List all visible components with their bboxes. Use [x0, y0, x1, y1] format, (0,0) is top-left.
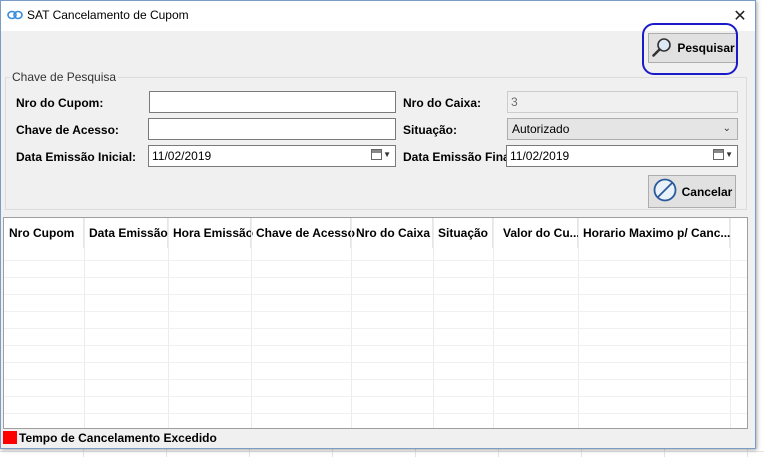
- column-header[interactable]: Nro do Caixa: [351, 218, 433, 248]
- chevron-down-icon: ⌄: [722, 123, 731, 134]
- nro-cupom-label: Nro do Cupom:: [16, 96, 104, 110]
- situacao-select[interactable]: Autorizado ⌄: [507, 118, 738, 140]
- column-header[interactable]: Horario Maximo p/ Canc...: [578, 218, 730, 248]
- column-header[interactable]: Hora Emissão: [168, 218, 253, 248]
- results-table[interactable]: Nro Cupom Data Emissão Hora Emissão Chav…: [3, 217, 748, 429]
- situacao-value: Autorizado: [512, 122, 570, 136]
- situacao-label: Situação:: [403, 123, 458, 137]
- search-button[interactable]: Pesquisar: [648, 33, 738, 63]
- data-inicial-label: Data Emissão Inicial:: [16, 150, 137, 164]
- nro-cupom-input[interactable]: [149, 91, 396, 113]
- legend-text: Tempo de Cancelamento Excedido: [19, 431, 217, 445]
- search-button-label: Pesquisar: [677, 41, 735, 55]
- calendar-dropdown-icon[interactable]: ▼: [371, 149, 391, 160]
- column-header[interactable]: Situação: [433, 218, 493, 248]
- data-final-label: Data Emissão Final:: [403, 150, 518, 164]
- column-header[interactable]: Data Emissão: [84, 218, 168, 248]
- column-header[interactable]: Nro Cupom: [4, 218, 84, 248]
- close-button[interactable]: ✕: [725, 1, 755, 31]
- data-final-value: 11/02/2019: [510, 149, 570, 163]
- data-final-picker[interactable]: 11/02/2019 ▼: [506, 145, 738, 167]
- cancel-button[interactable]: Cancelar: [648, 175, 736, 208]
- nro-caixa-label: Nro do Caixa:: [403, 96, 482, 110]
- close-icon: ✕: [733, 8, 747, 25]
- magnifier-icon: [651, 36, 673, 61]
- legend-color-swatch: [3, 431, 17, 444]
- data-inicial-value: 11/02/2019: [152, 149, 212, 163]
- chave-acesso-input[interactable]: [148, 118, 396, 140]
- title-bar: SAT Cancelamento de Cupom ✕: [1, 1, 755, 31]
- app-icon: [7, 9, 23, 21]
- cancel-button-label: Cancelar: [681, 184, 733, 199]
- search-group-legend: Chave de Pesquisa: [10, 70, 119, 84]
- calendar-dropdown-icon[interactable]: ▼: [713, 149, 733, 160]
- data-inicial-picker[interactable]: 11/02/2019 ▼: [148, 145, 396, 167]
- window-title: SAT Cancelamento de Cupom: [27, 8, 189, 22]
- column-header[interactable]: Chave de Acesso: [251, 218, 355, 248]
- chave-acesso-label: Chave de Acesso:: [16, 123, 119, 137]
- dialog-window: SAT Cancelamento de Cupom ✕ Pesquisar Ch…: [0, 0, 756, 449]
- cancel-circle-icon: [652, 177, 678, 206]
- column-header[interactable]: Valor do Cu...: [493, 218, 580, 248]
- nro-caixa-input: 3: [507, 91, 738, 113]
